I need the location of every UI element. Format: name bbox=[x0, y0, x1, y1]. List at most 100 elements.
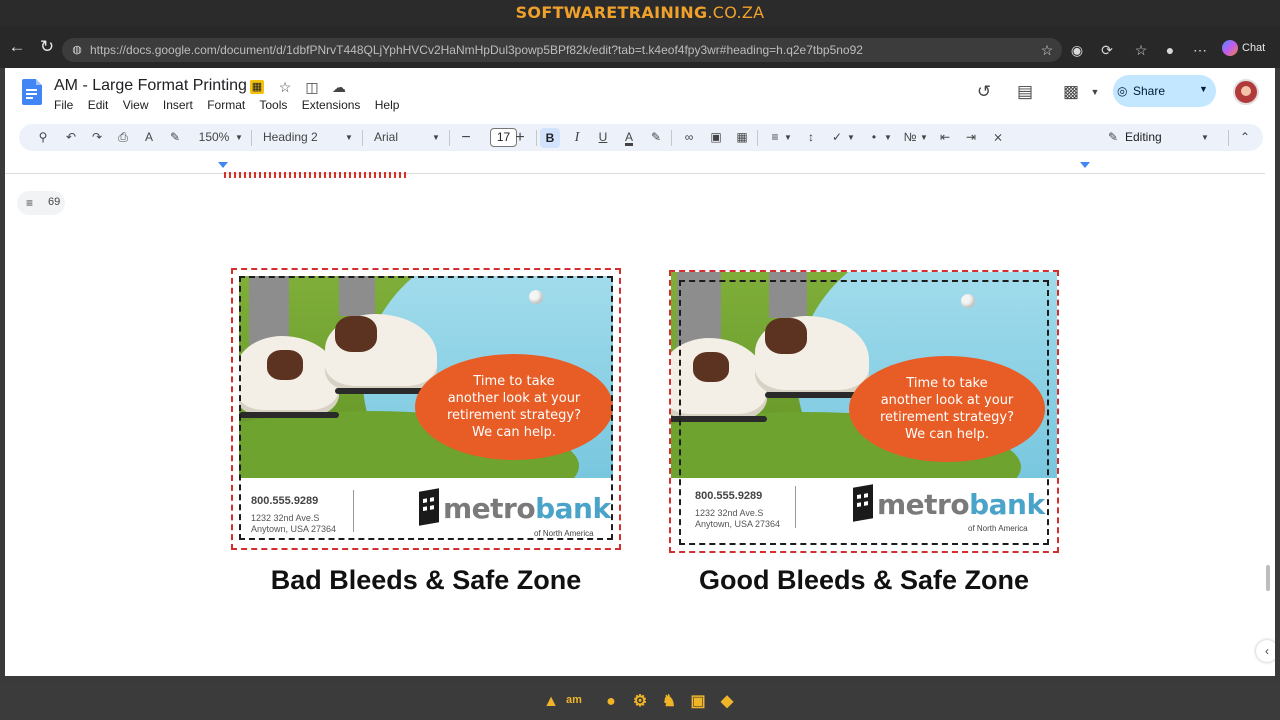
more-menu-icon[interactable]: ⋯ bbox=[1191, 41, 1209, 59]
menu-extensions[interactable]: Extensions bbox=[302, 98, 361, 112]
document-title[interactable]: AM - Large Format Printing bbox=[54, 77, 247, 95]
meet-icon[interactable]: ▩ bbox=[1060, 81, 1082, 103]
align-icon[interactable]: ≡ bbox=[765, 124, 785, 151]
cloud-status-icon[interactable]: ☁ bbox=[330, 78, 348, 96]
docs-logo-icon[interactable] bbox=[22, 79, 42, 105]
bookmark-star-icon[interactable]: ☆ bbox=[1038, 41, 1056, 59]
font-dropdown-icon[interactable]: ▼ bbox=[430, 124, 442, 151]
menu-insert[interactable]: Insert bbox=[163, 98, 193, 112]
zoom-select[interactable]: 150% bbox=[189, 124, 239, 151]
comment-icon[interactable]: ▤ bbox=[1014, 81, 1036, 103]
align-dropdown-icon[interactable]: ▼ bbox=[783, 124, 793, 151]
text-color-icon[interactable]: A bbox=[619, 124, 639, 151]
gear-icon[interactable]: ⚙ bbox=[629, 691, 651, 713]
numbered-dropdown-icon[interactable]: ▼ bbox=[919, 124, 929, 151]
font-select[interactable]: Arial bbox=[374, 124, 424, 151]
line-spacing-icon[interactable]: ↕ bbox=[801, 124, 821, 151]
square-icon[interactable]: ▣ bbox=[687, 691, 709, 713]
copilot-icon bbox=[1222, 40, 1238, 56]
chat-button[interactable]: Chat bbox=[1222, 40, 1265, 56]
underline-icon[interactable]: U bbox=[593, 124, 613, 151]
clear-format-icon[interactable]: ⨯ bbox=[988, 124, 1008, 151]
spellcheck-icon[interactable]: A bbox=[139, 124, 159, 151]
style-dropdown-icon[interactable]: ▼ bbox=[343, 124, 355, 151]
meet-dropdown-icon[interactable]: ▼ bbox=[1084, 81, 1106, 103]
back-icon[interactable]: ← bbox=[7, 37, 27, 57]
highlight-icon[interactable]: ✎ bbox=[646, 124, 666, 151]
redo-icon[interactable]: ↷ bbox=[87, 124, 107, 151]
profile-extension-icon[interactable]: ◉ bbox=[1068, 41, 1086, 59]
outline-count: 69 bbox=[48, 196, 61, 208]
extensions-icon[interactable]: ⟳ bbox=[1098, 41, 1116, 59]
banner-part1: SOFTWARE bbox=[515, 3, 618, 22]
right-indent-marker[interactable] bbox=[1080, 162, 1090, 168]
editing-mode-select[interactable]: Editing bbox=[1125, 124, 1175, 151]
numbered-list-icon[interactable]: № bbox=[900, 124, 920, 151]
style-select[interactable]: Heading 2 bbox=[263, 124, 333, 151]
paint-format-icon[interactable]: ✎ bbox=[165, 124, 185, 151]
side-panel-toggle-icon[interactable]: ‹ bbox=[1256, 640, 1275, 662]
link-icon[interactable]: ∞ bbox=[679, 124, 699, 151]
print-icon[interactable]: ⎙ bbox=[113, 124, 133, 151]
share-button[interactable]: ◎ Share ▼ bbox=[1113, 75, 1216, 107]
move-folder-icon[interactable]: ◫ bbox=[303, 78, 321, 96]
divider bbox=[536, 130, 537, 146]
banner-part3: .CO.ZA bbox=[707, 3, 765, 22]
decrease-font-icon[interactable]: − bbox=[457, 124, 475, 151]
outline-icon: ≡ bbox=[26, 196, 34, 210]
outline-toggle[interactable]: ≡ 69 bbox=[17, 191, 65, 215]
divider bbox=[671, 130, 672, 146]
profile-icon[interactable]: ● bbox=[1161, 41, 1179, 59]
share-dropdown-icon[interactable]: ▼ bbox=[1199, 84, 1208, 94]
menu-format[interactable]: Format bbox=[207, 98, 245, 112]
avatar[interactable] bbox=[1233, 79, 1259, 105]
vertical-scrollbar[interactable] bbox=[1266, 565, 1270, 591]
increase-indent-icon[interactable]: ⇥ bbox=[961, 124, 981, 151]
site-info-icon[interactable]: ◍ bbox=[68, 41, 86, 59]
bold-icon[interactable]: B bbox=[540, 128, 560, 148]
star-icon[interactable]: ☆ bbox=[276, 78, 294, 96]
increase-font-icon[interactable]: + bbox=[511, 124, 529, 151]
bullet-dropdown-icon[interactable]: ▼ bbox=[883, 124, 893, 151]
checklist-icon[interactable]: ✓ bbox=[827, 124, 847, 151]
app-logo-icon[interactable]: ▲ bbox=[540, 691, 562, 713]
menu-edit[interactable]: Edit bbox=[88, 98, 109, 112]
url-text[interactable]: https://docs.google.com/document/d/1dbfP… bbox=[90, 43, 863, 57]
menu-view[interactable]: View bbox=[123, 98, 149, 112]
menu-bar: File Edit View Insert Format Tools Exten… bbox=[54, 98, 410, 112]
docs-window: AM - Large Format Printing ▦ ☆ ◫ ☁ File … bbox=[5, 68, 1275, 676]
undo-icon[interactable]: ↶ bbox=[61, 124, 81, 151]
left-indent-marker[interactable] bbox=[218, 162, 228, 168]
collapse-menus-icon[interactable]: ⌃ bbox=[1235, 124, 1255, 151]
taskbar-label[interactable]: am bbox=[566, 694, 582, 706]
reload-icon[interactable]: ↻ bbox=[37, 37, 57, 57]
ruler bbox=[5, 173, 1265, 174]
buy-this-icon[interactable]: ● bbox=[600, 691, 622, 713]
zoom-dropdown-icon[interactable]: ▼ bbox=[233, 124, 245, 151]
chat-label: Chat bbox=[1242, 41, 1266, 54]
pencil-icon: ✎ bbox=[1107, 130, 1119, 144]
figure-icon[interactable]: ♞ bbox=[658, 691, 680, 713]
image-icon[interactable]: ▦ bbox=[732, 124, 752, 151]
safe-zone-outline bbox=[239, 276, 613, 540]
decrease-indent-icon[interactable]: ⇤ bbox=[935, 124, 955, 151]
menu-help[interactable]: Help bbox=[375, 98, 400, 112]
bullet-list-icon[interactable]: • bbox=[864, 124, 884, 151]
search-icon[interactable]: ⚲ bbox=[33, 124, 53, 151]
divider bbox=[757, 130, 758, 146]
add-comment-icon[interactable]: ▣ bbox=[706, 124, 726, 151]
bad-bleeds-image[interactable]: Time to take another look at your retire… bbox=[231, 268, 621, 550]
diamond-icon[interactable]: ◆ bbox=[716, 691, 738, 713]
version-history-icon[interactable]: ↺ bbox=[973, 81, 995, 103]
italic-icon[interactable]: I bbox=[567, 124, 587, 151]
favorites-icon[interactable]: ☆ bbox=[1132, 41, 1150, 59]
mode-dropdown-icon[interactable]: ▼ bbox=[1199, 124, 1211, 151]
banner-part2: TRAINING bbox=[617, 3, 708, 22]
checklist-dropdown-icon[interactable]: ▼ bbox=[846, 124, 856, 151]
safe-zone-outline bbox=[679, 280, 1049, 545]
extension-badge-icon[interactable]: ▦ bbox=[250, 80, 264, 94]
menu-file[interactable]: File bbox=[54, 98, 73, 112]
globe-icon: ◎ bbox=[1117, 84, 1128, 98]
good-bleeds-image[interactable]: Time to take another look at your retire… bbox=[669, 270, 1059, 553]
menu-tools[interactable]: Tools bbox=[259, 98, 287, 112]
